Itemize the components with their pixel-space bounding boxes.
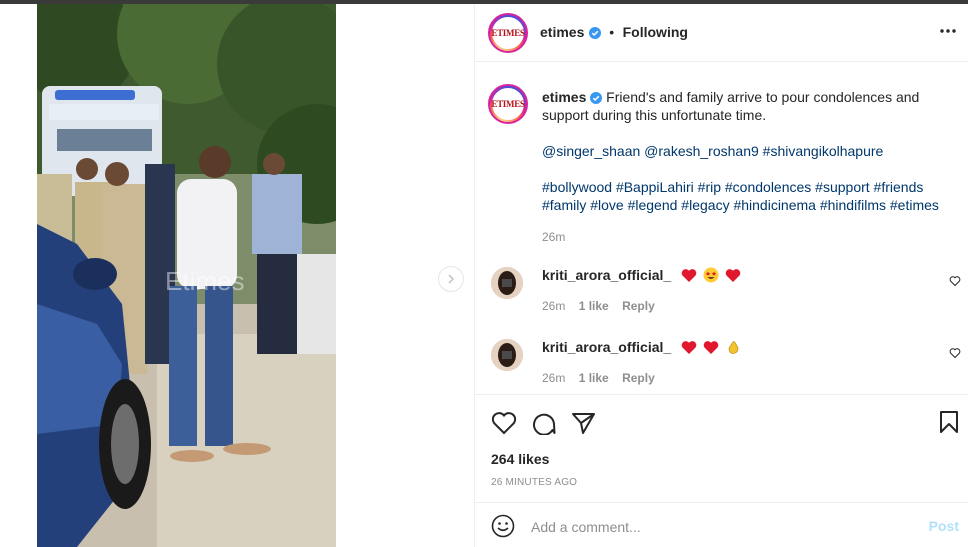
red-heart-icon: [681, 269, 697, 282]
post-photo: Etimes: [37, 4, 336, 547]
post-button[interactable]: Post: [929, 518, 959, 534]
emoji-picker-icon[interactable]: [491, 514, 515, 538]
caption-avatar-logo: ETIMES: [491, 99, 525, 109]
comment-emojis: [679, 339, 741, 355]
comment-line: kriti_arora_official_: [542, 339, 741, 355]
caption-mentions[interactable]: @singer_shaan @rakesh_roshan9 #shivangik…: [542, 142, 952, 160]
heart-icon[interactable]: [491, 411, 517, 435]
next-photo-button[interactable]: [438, 266, 464, 292]
header-separator: •: [609, 24, 615, 40]
caption-username[interactable]: etimes: [542, 89, 586, 105]
comments-scroll-area[interactable]: ETIMES etimes Friend's and family arrive…: [475, 62, 968, 394]
caption-verified-badge-icon: [590, 92, 603, 105]
comment-meta: 26m 1 like Reply: [542, 371, 655, 385]
red-heart-icon: [681, 341, 697, 354]
caption-avatar[interactable]: ETIMES: [488, 84, 528, 124]
comment-input[interactable]: [531, 515, 911, 539]
avatar-logo: ETIMES: [491, 28, 525, 38]
comment-likes[interactable]: 1 like: [579, 299, 609, 313]
commenter-avatar[interactable]: [491, 267, 523, 299]
caption-time: 26m: [542, 230, 566, 244]
more-options-icon[interactable]: [939, 28, 957, 34]
comment-like-heart-icon[interactable]: [949, 275, 961, 287]
add-comment-bar: Post: [475, 502, 968, 547]
commenter-avatar-image: [491, 267, 523, 299]
comment-emojis: [679, 267, 741, 283]
comment-username[interactable]: kriti_arora_official_: [542, 339, 671, 355]
commenter-avatar[interactable]: [491, 339, 523, 371]
chevron-right-icon: [448, 274, 455, 284]
share-icon[interactable]: [571, 411, 597, 435]
likes-count[interactable]: 264 likes: [491, 451, 549, 467]
comment-icon[interactable]: [531, 411, 557, 435]
author-avatar[interactable]: ETIMES: [488, 13, 528, 53]
clapping-hands-icon: [728, 341, 739, 354]
post-details-panel: ETIMES etimes • Following ETIMES etimes …: [474, 4, 968, 547]
comment-likes[interactable]: 1 like: [579, 371, 609, 385]
caption-hashtags[interactable]: #bollywood #BappiLahiri #rip #condolence…: [542, 178, 952, 214]
commenter-avatar-image: [491, 339, 523, 371]
reply-button[interactable]: Reply: [622, 299, 655, 313]
bookmark-icon[interactable]: [939, 410, 959, 434]
comment-line: kriti_arora_official_: [542, 267, 741, 283]
caption: etimes Friend's and family arrive to pou…: [542, 88, 952, 246]
posted-ago: 26 minutes ago: [491, 477, 578, 488]
post-actions: 264 likes 26 minutes ago: [475, 394, 968, 502]
red-heart-icon: [725, 269, 741, 282]
red-heart-icon: [703, 341, 719, 354]
author-username[interactable]: etimes: [540, 24, 584, 40]
reply-button[interactable]: Reply: [622, 371, 655, 385]
verified-badge-icon: [588, 26, 601, 39]
comment-like-heart-icon[interactable]: [949, 347, 961, 359]
photo-watermark: Etimes: [165, 266, 245, 296]
comment-time: 26m: [542, 299, 566, 313]
post-header: ETIMES etimes • Following: [475, 4, 968, 62]
comment-meta: 26m 1 like Reply: [542, 299, 655, 313]
following-button[interactable]: Following: [623, 24, 688, 40]
comment-time: 26m: [542, 371, 566, 385]
star-struck-icon: [703, 267, 719, 283]
comment-username[interactable]: kriti_arora_official_: [542, 267, 671, 283]
